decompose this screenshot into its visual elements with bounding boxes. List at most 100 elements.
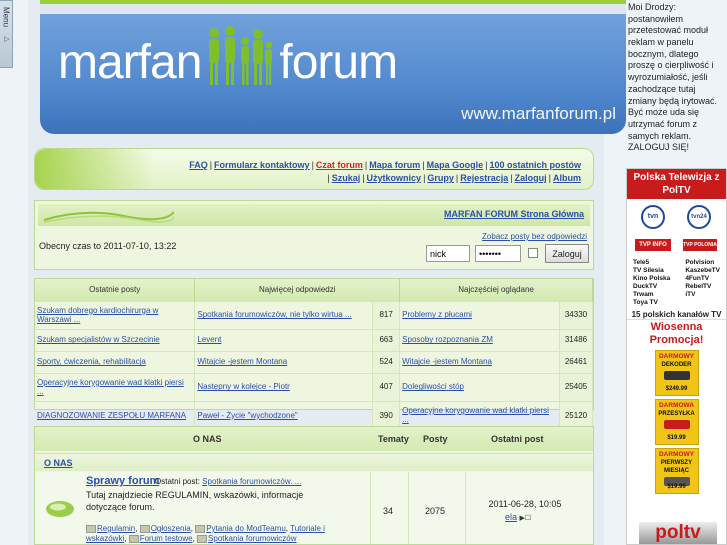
forum-list-header: O NAS Tematy Posty Ostatni post (35, 427, 593, 451)
tvp-info-logo-icon: TVP INFO (635, 239, 671, 251)
subforum-link[interactable]: Spotkania forumowiczów (197, 534, 296, 543)
family-figures-icon (209, 26, 273, 85)
nav-search[interactable]: Szukaj (332, 173, 361, 183)
last-post-date: 2011-06-28, 10:05 (488, 499, 562, 509)
menu-tab-label: Menu (1, 7, 11, 28)
channel-name: Polvision (685, 259, 715, 266)
home-title-bar: MARFAN FORUM Strona Główna (38, 204, 590, 226)
nav-chat[interactable]: Czat forum (316, 160, 363, 170)
view-count: 31486 (559, 328, 594, 351)
password-field[interactable] (475, 245, 521, 262)
forum-home-link[interactable]: MARFAN FORUM Strona Główna (444, 209, 584, 219)
channel-column-left: Tele5 TV Silesia Kino Polska DuckTV Trwa… (633, 259, 670, 307)
table-row: Operacyjne korygowanie wad klatki piersi… (35, 372, 594, 401)
last-post-link[interactable]: Spotkania forumowiczów. ... (202, 477, 301, 486)
channel-column-right: Polvision KaszebeTV 4FunTV RebelTV iTV (685, 259, 720, 307)
site-logo[interactable]: marfan forum (58, 25, 398, 89)
nav-album[interactable]: Album (553, 173, 581, 183)
go-to-post-icon[interactable]: ▶☐ (520, 515, 532, 522)
main-navigation: FAQ | Formularz kontaktowy | Czat forum | Mapa… (34, 148, 594, 190)
channel-name: 4FunTV (685, 275, 710, 282)
nav-last-100-posts[interactable]: 100 ostatnich postów (489, 160, 581, 170)
category-link[interactable]: O NAS (44, 458, 73, 468)
username-field[interactable] (426, 245, 470, 262)
most-viewed-link[interactable]: Dolegliwości stóp (402, 382, 464, 391)
home-login-box: MARFAN FORUM Strona Główna Zobacz posty … (34, 200, 594, 270)
promo-card-subtitle: DEKODER (661, 362, 692, 368)
reply-count: 524 (372, 350, 401, 373)
auto-login-checkbox[interactable] (528, 248, 538, 258)
reply-count: 390 (372, 400, 401, 429)
sidebar-message: Moi Drodzy: postanowiłem przetestować mo… (628, 2, 718, 153)
site-url: www.marfanforum.pl (461, 104, 616, 123)
triangle-right-icon: ▷ (3, 35, 10, 44)
side-menu-tab[interactable]: Menu ▷ (0, 0, 13, 68)
nav-google-map[interactable]: Mapa Google (427, 160, 484, 170)
table-row: Sporty, ćwiczenia, rehabilitacja Witajci… (35, 350, 594, 373)
nav-groups[interactable]: Grupy (427, 173, 454, 183)
channel-name: Kino Polska (633, 275, 671, 282)
nav-faq[interactable]: FAQ (189, 160, 208, 170)
reply-count: 817 (372, 300, 401, 329)
channel-name: DuckTV (633, 283, 658, 290)
channel-name: Toya TV (633, 299, 658, 306)
table-row: Szukam dobrego kardiochirurga w Warszawi… (35, 300, 594, 329)
recent-post-link[interactable]: Szukam specjalistów w Szczecinie (37, 335, 160, 344)
forum-last-post: Ostatni post: Spotkania forumowiczów. ..… (155, 477, 301, 486)
current-time-text: Obecny czas to 2011-07-10, 13:22 (39, 241, 177, 251)
view-count: 25120 (559, 400, 594, 429)
subforum-link[interactable]: Regulamin (86, 524, 135, 533)
most-replies-link[interactable]: Paweł - Życie "wychodzone" (197, 411, 297, 420)
forum-name-header: O NAS (193, 434, 222, 444)
login-button[interactable]: Zaloguj (545, 244, 589, 263)
nav-line-1: FAQ | Formularz kontaktowy | Czat forum | Mapa… (189, 160, 581, 170)
view-count: 34330 (559, 300, 594, 329)
tvn-logo-icon: tvn (641, 205, 665, 229)
recent-post-link[interactable]: Operacyjne korygowanie wad klatki piersi… (37, 378, 184, 396)
promo-card-first-month: DARMOWY PIERWSZY MIESIĄC $19.99 (654, 448, 699, 494)
most-replies-header: Najwięcej odpowiedzi (194, 279, 401, 301)
forum-stats-table: Ostatnie posty Najwięcej odpowiedzi Najc… (34, 278, 594, 429)
promo-card-price: $19.99 (667, 435, 686, 441)
recent-post-link[interactable]: Szukam dobrego kardiochirurga w Warszawi… (37, 306, 158, 324)
most-replies-link[interactable]: Spotkania forumowiczów, nie tylko wirtua… (197, 310, 351, 319)
post-count: 2075 (425, 506, 446, 516)
stats-header-row: Ostatnie posty Najwięcej odpowiedzi Najc… (35, 279, 593, 301)
ad-channel-list: Tele5 TV Silesia Kino Polska DuckTV Trwa… (627, 259, 726, 307)
recent-post-link[interactable]: DIAGNOZOWANIE ZESPOŁU MARFANA (37, 411, 186, 420)
nav-register[interactable]: Rejestracja (460, 173, 508, 183)
view-count: 25405 (559, 372, 594, 401)
promo-card-title: DARMOWA (658, 402, 695, 409)
promo-card-subtitle: PIERWSZY MIESIĄC (660, 460, 693, 474)
swoosh-decoration-icon (44, 211, 174, 223)
logo-text-left: marfan (58, 36, 202, 89)
recent-post-link[interactable]: Sporty, ćwiczenia, rehabilitacja (37, 357, 146, 366)
promo-card-title: DARMOWY (658, 451, 695, 458)
ad-title: Polska Telewizja z PolTV (627, 169, 726, 199)
forum-title-link[interactable]: Sprawy forum (86, 475, 159, 487)
table-row: DIAGNOZOWANIE ZESPOŁU MARFANA Paweł - Ży… (35, 400, 594, 429)
poltv-advertisement[interactable]: Polska Telewizja z PolTV tvn tvn24 TVP I… (626, 168, 727, 545)
most-viewed-link[interactable]: Problemy z płucami (402, 310, 472, 319)
nav-users[interactable]: Użytkownicy (367, 173, 422, 183)
author-link[interactable]: ela (505, 512, 517, 522)
nav-contact-form[interactable]: Formularz kontaktowy (214, 160, 310, 170)
most-viewed-link[interactable]: Witajcie -jestem Montana (402, 357, 492, 366)
most-replies-link[interactable]: Witajcie -jestem Montana (197, 357, 287, 366)
subforum-link[interactable]: Pytania do ModTeamu (195, 524, 286, 533)
most-replies-link[interactable]: Levent (197, 335, 221, 344)
subforum-link[interactable]: Forum testowe (129, 534, 193, 543)
forum-description: Tutaj znajdziecie REGULAMIN, wskazówki, … (86, 490, 304, 513)
nav-forum-map[interactable]: Mapa forum (369, 160, 420, 170)
channel-name: Trwam (633, 291, 654, 298)
most-viewed-link[interactable]: Operacyjne korygowanie wad klatki piersi… (402, 406, 549, 424)
unanswered-posts-link[interactable]: Zobacz posty bez odpowiedzi (482, 232, 587, 241)
table-row: Szukam specjalistów w Szczecinie Levent … (35, 328, 594, 351)
most-replies-link[interactable]: Następny w kolejce - Piotr (197, 382, 289, 391)
nav-login[interactable]: Zaloguj (515, 173, 547, 183)
promo-card-decoder: DARMOWY DEKODER $249.99 (654, 350, 699, 396)
subforum-link[interactable]: Ogłoszenia (140, 524, 191, 533)
most-viewed-link[interactable]: Sposoby rozpoznania ZM (402, 335, 493, 344)
reply-count: 663 (372, 328, 401, 351)
last-post-author: ela ▶☐ (505, 512, 531, 522)
